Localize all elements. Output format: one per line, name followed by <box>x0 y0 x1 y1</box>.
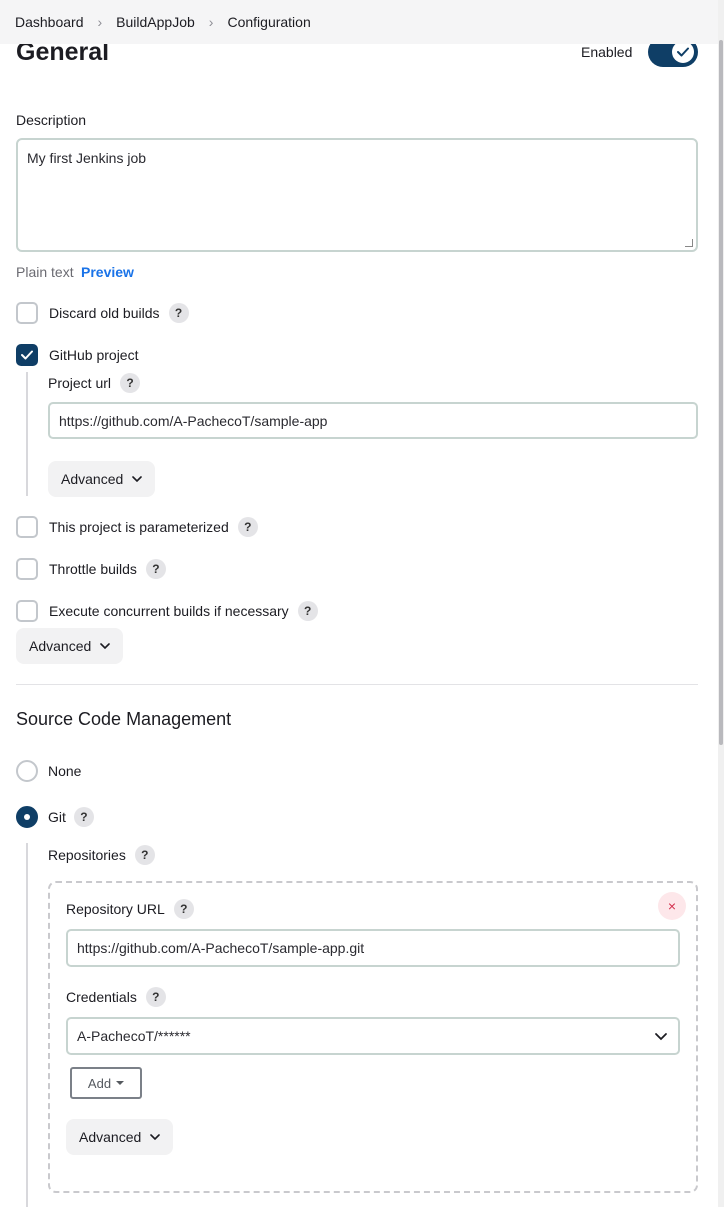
nested-indent-line <box>26 843 28 1207</box>
option-parameterized[interactable]: This project is parameterized ? <box>16 516 258 538</box>
parameterized-checkbox[interactable] <box>16 516 38 538</box>
chevron-down-icon <box>132 476 143 482</box>
advanced-label: Advanced <box>61 471 124 487</box>
help-icon[interactable]: ? <box>237 517 258 537</box>
repositories-label-row: Repositories ? <box>48 845 155 865</box>
repo-url-label-row: Repository URL ? <box>66 899 194 919</box>
throttle-builds-label: Throttle builds <box>49 561 137 577</box>
preview-link[interactable]: Preview <box>81 264 134 280</box>
breadcrumb-separator-icon: › <box>97 14 103 30</box>
repo-url-input[interactable]: https://github.com/A-PachecoT/sample-app… <box>66 929 680 967</box>
help-icon[interactable]: ? <box>120 373 141 393</box>
breadcrumb-configuration[interactable]: Configuration <box>227 14 310 30</box>
discard-old-builds-checkbox[interactable] <box>16 302 38 324</box>
option-github-project[interactable]: GitHub project <box>16 344 138 366</box>
credentials-select[interactable]: A-PachecoT/****** <box>66 1017 680 1055</box>
option-discard-old-builds[interactable]: Discard old builds ? <box>16 302 189 324</box>
credentials-label: Credentials <box>66 989 137 1005</box>
repositories-label: Repositories <box>48 847 126 863</box>
add-credentials-button[interactable]: Add <box>70 1067 142 1099</box>
resize-handle-icon[interactable] <box>685 239 693 247</box>
check-icon <box>21 350 33 360</box>
breadcrumb-separator-icon: › <box>208 14 214 30</box>
description-label: Description <box>16 112 87 128</box>
general-advanced-button[interactable]: Advanced <box>16 628 124 664</box>
breadcrumb: Dashboard › BuildAppJob › Configuration <box>0 0 724 44</box>
advanced-label: Advanced <box>79 1129 142 1145</box>
project-url-value: https://github.com/A-PachecoT/sample-app <box>59 412 328 429</box>
throttle-builds-checkbox[interactable] <box>16 558 38 580</box>
plain-text-label: Plain text <box>16 264 74 280</box>
section-title-scm: Source Code Management <box>16 709 232 729</box>
caret-down-icon <box>116 1081 125 1085</box>
close-icon[interactable]: × <box>658 892 686 920</box>
github-project-label: GitHub project <box>49 347 139 363</box>
add-label: Add <box>87 1075 112 1091</box>
github-project-checkbox[interactable] <box>16 344 38 366</box>
scm-option-git[interactable]: Git ? <box>16 806 94 828</box>
scm-git-radio[interactable] <box>16 806 38 828</box>
scrollbar-thumb[interactable] <box>719 40 723 745</box>
repo-advanced-button[interactable]: Advanced <box>66 1119 174 1155</box>
scrollbar[interactable] <box>718 0 724 1207</box>
help-icon[interactable]: ? <box>297 601 318 621</box>
option-concurrent-builds[interactable]: Execute concurrent builds if necessary ? <box>16 600 318 622</box>
help-icon[interactable]: ? <box>73 807 94 827</box>
help-icon[interactable]: ? <box>134 845 155 865</box>
credentials-value: A-PachecoT/****** <box>77 1028 191 1044</box>
nested-indent-line <box>26 372 28 496</box>
help-icon[interactable]: ? <box>145 987 166 1007</box>
concurrent-builds-label: Execute concurrent builds if necessary <box>49 603 289 619</box>
credentials-label-row: Credentials ? <box>66 987 166 1007</box>
help-icon[interactable]: ? <box>168 303 189 323</box>
section-divider <box>16 684 698 685</box>
description-textarea[interactable]: My first Jenkins job <box>16 138 698 252</box>
chevron-down-icon <box>150 1134 161 1140</box>
help-icon[interactable]: ? <box>145 559 166 579</box>
description-text: My first Jenkins job <box>27 150 147 166</box>
parameterized-label: This project is parameterized <box>49 519 229 535</box>
concurrent-builds-checkbox[interactable] <box>16 600 38 622</box>
repo-url-value: https://github.com/A-PachecoT/sample-app… <box>77 940 365 956</box>
scm-none-radio[interactable] <box>16 760 38 782</box>
project-url-input[interactable]: https://github.com/A-PachecoT/sample-app <box>48 402 698 439</box>
chevron-down-icon <box>655 1033 667 1041</box>
check-icon <box>672 41 694 63</box>
github-advanced-button[interactable]: Advanced <box>48 461 156 497</box>
breadcrumb-job[interactable]: BuildAppJob <box>116 14 195 30</box>
scm-option-none[interactable]: None <box>16 760 81 782</box>
chevron-down-icon <box>100 643 111 649</box>
repo-url-label: Repository URL <box>66 901 165 917</box>
project-url-label-row: Project url ? <box>48 373 141 393</box>
option-throttle-builds[interactable]: Throttle builds ? <box>16 558 166 580</box>
scm-none-label: None <box>48 763 82 779</box>
advanced-label: Advanced <box>29 638 92 654</box>
help-icon[interactable]: ? <box>173 899 194 919</box>
project-url-label: Project url <box>48 375 112 391</box>
breadcrumb-dashboard[interactable]: Dashboard <box>15 14 84 30</box>
scm-git-label: Git <box>48 809 66 825</box>
discard-old-builds-label: Discard old builds <box>49 305 160 321</box>
enabled-label: Enabled <box>581 44 633 60</box>
